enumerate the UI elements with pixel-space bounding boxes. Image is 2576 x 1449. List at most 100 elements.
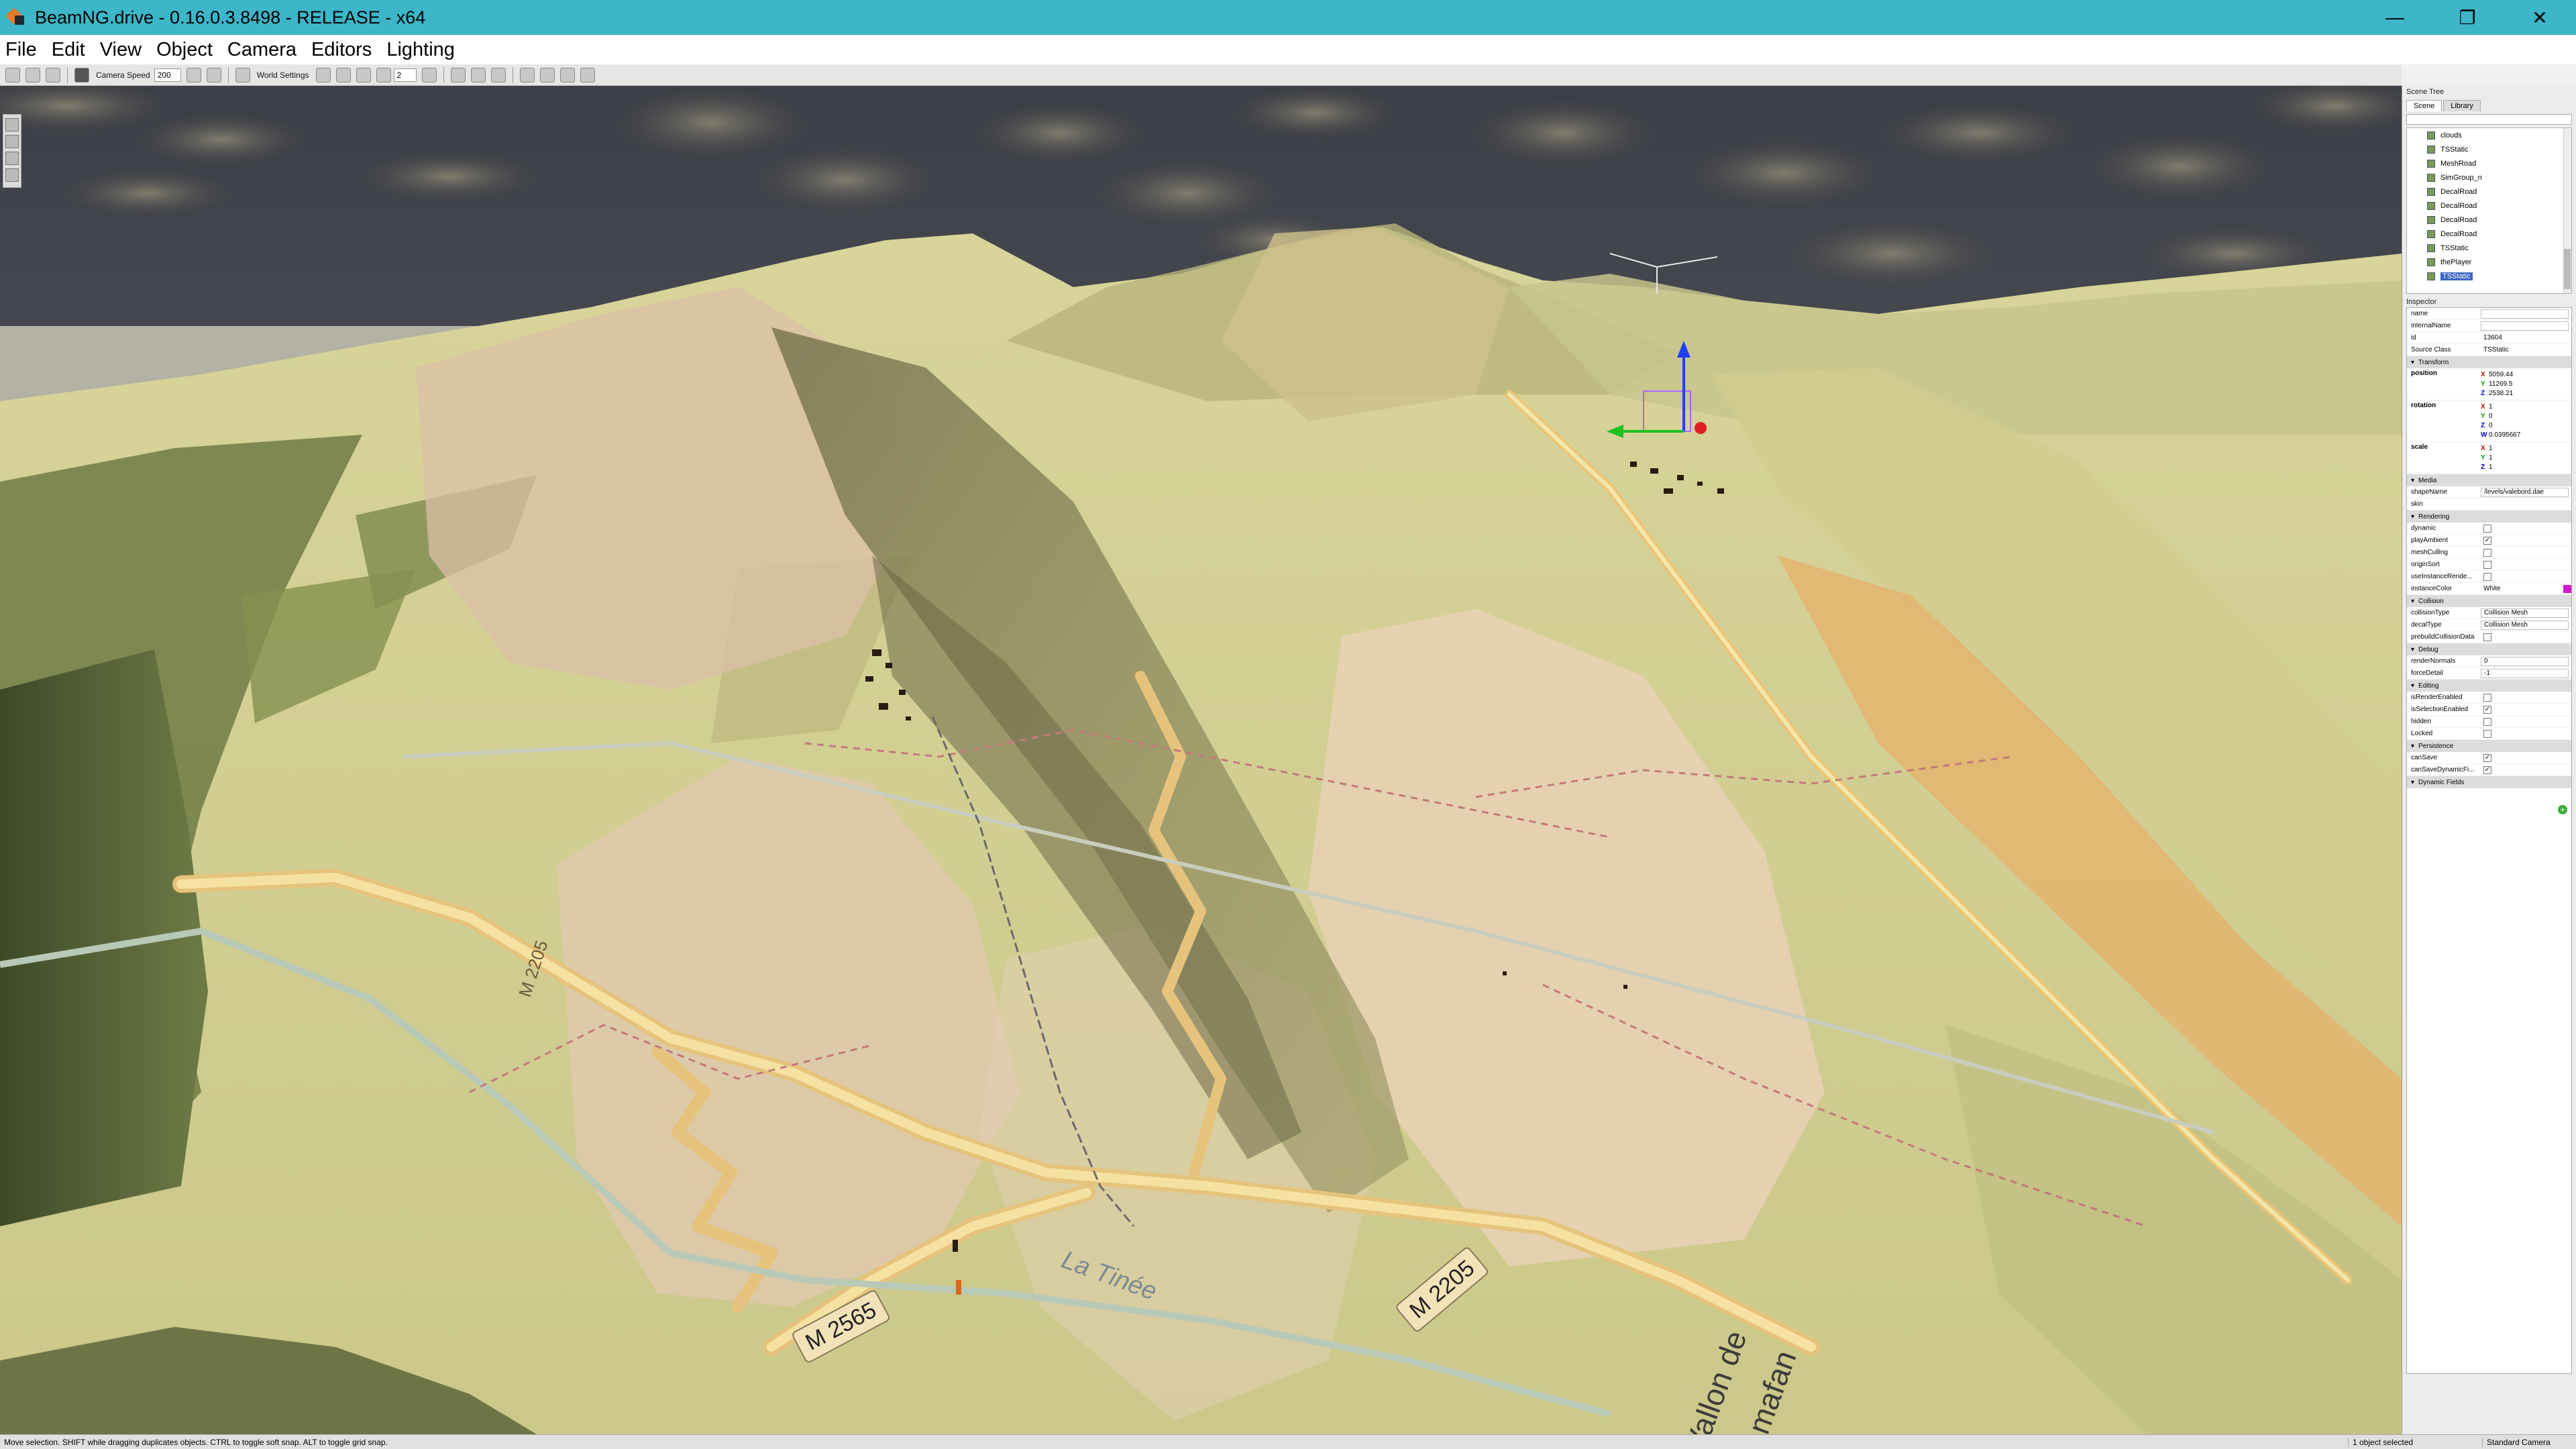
select-arrow-icon[interactable] xyxy=(5,118,19,131)
visibility-icon[interactable] xyxy=(206,67,221,83)
camera-speed-input[interactable] xyxy=(154,68,181,82)
section-transform[interactable]: Transform xyxy=(2407,356,2571,368)
section-collision[interactable]: Collision xyxy=(2407,595,2571,607)
folder-icon xyxy=(2427,173,2435,182)
render-normals-field[interactable]: 0 xyxy=(2481,656,2569,666)
tab-scene[interactable]: Scene xyxy=(2406,100,2443,111)
section-debug[interactable]: Debug xyxy=(2407,643,2571,655)
tree-item[interactable]: TSStatic xyxy=(2407,241,2571,255)
render-enabled-checkbox[interactable] xyxy=(2483,693,2491,702)
terrain-render[interactable]: M 2565 M 2205 M 2205 La Tinée Vallon de … xyxy=(0,86,2402,1434)
tree-item-selected[interactable]: TSStatic xyxy=(2407,269,2571,283)
lock-icon[interactable] xyxy=(580,67,595,83)
collision-type-dropdown[interactable]: Collision Mesh xyxy=(2481,608,2569,618)
scale-icon[interactable] xyxy=(5,168,19,182)
dynamic-checkbox[interactable] xyxy=(2483,524,2491,533)
decal-type-dropdown[interactable]: Collision Mesh xyxy=(2481,620,2569,630)
move-icon[interactable] xyxy=(5,135,19,148)
tree-item[interactable]: MeshRoad xyxy=(2407,156,2571,170)
scale-vector[interactable]: X1 Y1 Z1 xyxy=(2481,443,2571,472)
can-save-checkbox[interactable]: ✓ xyxy=(2483,753,2491,762)
tree-item[interactable]: DecalRoad xyxy=(2407,213,2571,227)
object-center-icon[interactable] xyxy=(470,67,486,83)
menu-lighting[interactable]: Lighting xyxy=(386,39,455,61)
section-dynamic-fields[interactable]: Dynamic Fields xyxy=(2407,776,2571,788)
menu-editors[interactable]: Editors xyxy=(311,39,372,61)
use-instance-render-checkbox[interactable] xyxy=(2483,572,2491,581)
play-ambient-checkbox[interactable]: ✓ xyxy=(2483,536,2491,545)
3d-viewport[interactable]: M 2565 M 2205 M 2205 La Tinée Vallon de … xyxy=(0,86,2402,1434)
scene-tree-scrollbar[interactable] xyxy=(2563,128,2571,293)
menu-edit[interactable]: Edit xyxy=(52,39,85,61)
tree-item[interactable]: TSStatic xyxy=(2407,142,2571,156)
force-detail-field[interactable]: -1 xyxy=(2481,668,2569,678)
world-settings-icon[interactable] xyxy=(235,67,250,83)
instance-color-value[interactable]: White xyxy=(2481,585,2558,592)
menu-object[interactable]: Object xyxy=(156,39,213,61)
grid-stepper-icon[interactable] xyxy=(421,67,437,83)
inspector-row: skin xyxy=(2407,498,2571,511)
origin-sort-checkbox[interactable] xyxy=(2483,560,2491,569)
grid-icon[interactable] xyxy=(335,67,351,83)
shape-name-field[interactable]: /levels/valebord.dae xyxy=(2481,487,2569,497)
rotate-icon[interactable] xyxy=(5,152,19,165)
add-field-icon[interactable]: + xyxy=(2558,805,2567,814)
terrain-snap-icon[interactable] xyxy=(356,67,371,83)
camera-icon[interactable] xyxy=(74,67,89,83)
scene-tree-list[interactable]: clouds TSStatic MeshRoad SimGroup_n Deca… xyxy=(2406,127,2572,294)
camera-speed-stepper-icon[interactable] xyxy=(186,67,201,83)
maximize-button[interactable]: ❐ xyxy=(2431,0,2504,35)
scale-z[interactable]: 1 xyxy=(2489,464,2493,471)
camera-mode[interactable]: Standard Camera xyxy=(2482,1437,2576,1447)
bounds-icon[interactable] xyxy=(376,67,391,83)
scrollbar-thumb[interactable] xyxy=(2564,249,2571,289)
hidden-checkbox[interactable] xyxy=(2483,717,2491,726)
internal-name-field[interactable] xyxy=(2481,321,2569,331)
locked-checkbox[interactable] xyxy=(2483,729,2491,738)
scale-y[interactable]: 1 xyxy=(2489,454,2493,462)
world-transform-icon[interactable] xyxy=(519,67,535,83)
position-z[interactable]: 2538.21 xyxy=(2489,390,2513,397)
mesh-culling-checkbox[interactable] xyxy=(2483,548,2491,557)
position-y[interactable]: 11269.5 xyxy=(2489,380,2512,388)
tree-item[interactable]: DecalRoad xyxy=(2407,199,2571,213)
close-button[interactable]: ✕ xyxy=(2504,0,2576,35)
play-icon[interactable] xyxy=(46,67,60,83)
position-vector[interactable]: X 5059.44 Y 11269.5 Z 2538.21 xyxy=(2481,370,2571,398)
section-rendering[interactable]: Rendering xyxy=(2407,511,2571,523)
object-transform-icon[interactable] xyxy=(450,67,466,83)
grid-size-input[interactable] xyxy=(393,68,417,82)
tree-item[interactable]: thePlayer xyxy=(2407,255,2571,269)
tree-item[interactable]: DecalRoad xyxy=(2407,227,2571,241)
rotation-vector[interactable]: X1 Y0 Z0 W 0.0395667 xyxy=(2481,402,2571,439)
rotation-z[interactable]: 0 xyxy=(2489,422,2493,429)
tab-library[interactable]: Library xyxy=(2443,100,2481,111)
menu-view[interactable]: View xyxy=(100,39,142,61)
minimize-button[interactable]: — xyxy=(2359,0,2431,35)
name-field[interactable] xyxy=(2481,309,2569,319)
bounds-center-icon[interactable] xyxy=(490,67,506,83)
color-swatch-icon[interactable] xyxy=(2563,584,2571,593)
rotation-x[interactable]: 1 xyxy=(2489,403,2493,411)
rotation-y[interactable]: 0 xyxy=(2489,413,2493,420)
prebuild-collision-checkbox[interactable] xyxy=(2483,633,2491,641)
object-transform-icon[interactable] xyxy=(539,67,555,83)
position-x[interactable]: 5059.44 xyxy=(2489,371,2513,378)
gui-editor-icon[interactable] xyxy=(25,67,40,83)
menu-file[interactable]: File xyxy=(5,39,37,61)
section-editing[interactable]: Editing xyxy=(2407,680,2571,692)
drop-icon[interactable] xyxy=(559,67,575,83)
world-editor-icon[interactable] xyxy=(5,67,20,83)
scene-tree-search-input[interactable] xyxy=(2406,114,2572,125)
section-persistence[interactable]: Persistence xyxy=(2407,740,2571,752)
tree-item[interactable]: SimGroup_n xyxy=(2407,170,2571,184)
snap-icon[interactable] xyxy=(315,67,331,83)
tree-item[interactable]: DecalRoad xyxy=(2407,184,2571,199)
scale-x[interactable]: 1 xyxy=(2489,445,2493,452)
tree-item[interactable]: clouds xyxy=(2407,128,2571,142)
menu-camera[interactable]: Camera xyxy=(227,39,297,61)
can-save-dynamic-checkbox[interactable]: ✓ xyxy=(2483,765,2491,774)
selection-enabled-checkbox[interactable]: ✓ xyxy=(2483,705,2491,714)
section-media[interactable]: Media xyxy=(2407,474,2571,486)
rotation-w[interactable]: 0.0395667 xyxy=(2489,431,2520,439)
